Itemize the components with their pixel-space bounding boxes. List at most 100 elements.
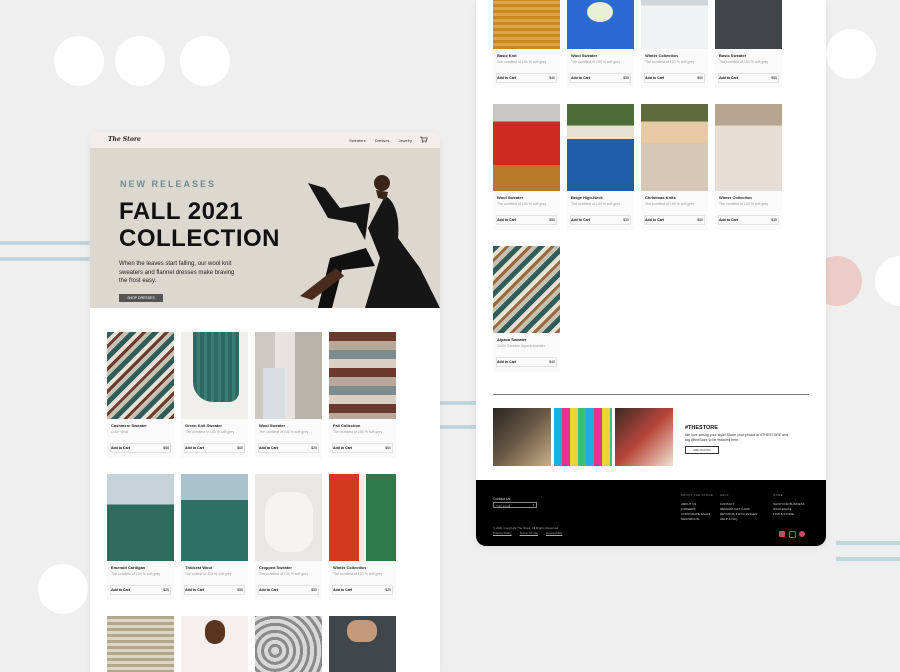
product-price: $55 xyxy=(771,76,777,80)
nav-link-sweaters[interactable]: Sweaters xyxy=(349,138,366,143)
gallery-photo xyxy=(493,408,551,466)
nav-link-jewelry[interactable]: Jewelry xyxy=(398,138,412,143)
decor-stripe xyxy=(0,257,90,261)
product-description: The comfiest of 100 % soft grey xyxy=(259,430,309,434)
product-card[interactable]: Cashmere Sweater Color Wool Add to Cart … xyxy=(107,332,174,458)
product-description: The comfiest of 100 % soft grey xyxy=(497,60,547,64)
add-to-cart-button[interactable]: Add to Cart xyxy=(497,218,516,222)
privacy-policy-link[interactable]: Privacy Policy xyxy=(493,531,512,535)
instagram-icon[interactable] xyxy=(789,531,796,538)
product-card[interactable]: Christmas Knits The comfiest of 100 % so… xyxy=(641,104,708,230)
product-description: The comfiest of 100 % soft grey xyxy=(497,202,547,206)
add-to-cart-button[interactable]: Add to Cart xyxy=(571,76,590,80)
nav-links: Sweaters Dresses Jewelry xyxy=(349,138,412,143)
product-name: Wool Sweater xyxy=(571,53,598,58)
add-to-cart-button[interactable]: Add to Cart xyxy=(185,588,204,592)
product-image xyxy=(181,474,248,561)
product-card[interactable]: Fall Collection The comfiest of 100 % so… xyxy=(329,332,396,458)
product-card[interactable]: Beige High-Neck The comfiest of 100 % so… xyxy=(567,104,634,230)
add-photo-button[interactable]: ADD PHOTO xyxy=(685,446,719,454)
email-input[interactable]: Your email ▾ xyxy=(493,502,537,508)
product-card[interactable]: Wool Sweater The comfiest of 100 % soft … xyxy=(567,0,634,88)
product-name: Winter Collection xyxy=(719,195,752,200)
add-to-cart-button[interactable]: Add to Cart xyxy=(111,446,130,450)
product-card[interactable]: Winter Collection The comfiest of 100 % … xyxy=(715,104,782,230)
footer-link[interactable]: ABOUT US xyxy=(681,502,696,506)
terms-link[interactable]: Terms Of Use xyxy=(520,531,538,535)
footer-link[interactable]: SHOP FOR BUSINESS xyxy=(773,502,805,506)
social-text-line1: We love seeing your style! Share your ph… xyxy=(685,433,788,437)
product-name: Winter Collection xyxy=(645,53,678,58)
product-description: The comfiest of 100 % soft grey xyxy=(111,572,161,576)
add-to-cart-button[interactable]: Add to Cart xyxy=(719,218,738,222)
shop-dresses-button[interactable]: SHOP DRESSES xyxy=(119,294,163,302)
product-name: Wool Sweater xyxy=(259,423,286,428)
facebook-icon[interactable] xyxy=(779,531,785,537)
product-image xyxy=(641,0,708,49)
footer-link[interactable]: CORPORATE SALES xyxy=(681,512,710,516)
add-to-cart-button[interactable]: Add to Cart xyxy=(571,218,590,222)
add-to-cart-button[interactable]: Add to Cart xyxy=(111,588,130,592)
footer-link[interactable]: REDEEM GIFT CARD xyxy=(720,507,750,511)
product-card[interactable]: Winter Collection The comfiest of 100 % … xyxy=(641,0,708,88)
product-card[interactable]: Alpaca Sweater 100% Genuine Alpaca sweat… xyxy=(493,246,560,372)
product-name: Cashmere Sweater xyxy=(111,423,147,428)
add-to-cart-button[interactable]: Add to Cart xyxy=(645,218,664,222)
product-name: Green Knit Sweater xyxy=(185,423,222,428)
product-name: Fall Collection xyxy=(333,423,361,428)
decor-circle xyxy=(826,29,876,79)
add-to-cart-button[interactable]: Add to Cart xyxy=(185,446,204,450)
cart-icon[interactable] xyxy=(420,136,428,143)
footer-link[interactable]: CAREERS xyxy=(681,507,696,511)
product-description: The comfiest of 100 % soft grey xyxy=(645,60,695,64)
product-card[interactable]: Emerald Cardigan The comfiest of 100 % s… xyxy=(107,474,174,600)
product-price: $25 xyxy=(311,446,317,450)
product-card[interactable]: Green Knit Sweater The comfiest of 100 %… xyxy=(181,332,248,458)
add-to-cart-button[interactable]: Add to Cart xyxy=(259,446,278,450)
store-logo[interactable]: The Store xyxy=(108,136,141,143)
hero-headline-line1: FALL 2021 xyxy=(119,198,244,225)
footer-link[interactable]: RETURNS & EXCHANGES xyxy=(720,512,757,516)
product-price: $55 xyxy=(237,588,243,592)
product-name: Beige High-Neck xyxy=(571,195,603,200)
product-description: Color Wool xyxy=(111,430,129,434)
product-card[interactable]: Basic Knit The comfiest of 100 % soft gr… xyxy=(493,0,560,88)
footer-link[interactable]: HELP & FAQ xyxy=(720,517,737,521)
add-to-cart-button[interactable]: Add to Cart xyxy=(333,588,352,592)
nav-link-dresses[interactable]: Dresses xyxy=(375,138,390,143)
product-image xyxy=(181,332,248,419)
product-description: The comfiest of 100 % soft grey xyxy=(185,430,235,434)
add-to-cart-button[interactable]: Add to Cart xyxy=(645,76,664,80)
product-card[interactable]: Wool Sweater The comfiest of 100 % soft … xyxy=(255,332,322,458)
decor-stripe xyxy=(0,241,90,245)
decor-stripe xyxy=(836,557,900,561)
decor-circle xyxy=(180,36,230,86)
accessibility-link[interactable]: Accessibility xyxy=(546,531,562,535)
product-price: $56 xyxy=(163,446,169,450)
add-to-cart-button[interactable]: Add to Cart xyxy=(259,588,278,592)
product-image xyxy=(641,104,708,191)
product-card[interactable]: Thickest Wool The softest of 100 % soft … xyxy=(181,474,248,600)
product-image xyxy=(255,332,322,419)
product-description: The comfiest of 100 % soft grey xyxy=(259,572,309,576)
product-card[interactable]: Winter Collection The comfiest of 100 % … xyxy=(329,474,396,600)
hero-headline: FALL 2021 COLLECTION xyxy=(119,198,309,252)
hero-headline-line2: COLLECTION xyxy=(119,225,280,252)
product-card[interactable]: Basic Sweater The comfiest of 100 % soft… xyxy=(715,0,782,88)
legal-links: Privacy Policy Terms Of Use Accessibilit… xyxy=(493,531,562,535)
footer-link[interactable]: WHOLESALE xyxy=(773,507,792,511)
product-card[interactable]: Cropped Sweater The comfiest of 100 % so… xyxy=(255,474,322,600)
add-to-cart-button[interactable]: Add to Cart xyxy=(333,446,352,450)
product-image xyxy=(329,332,396,419)
footer-link[interactable]: CONTACT xyxy=(720,502,734,506)
pinterest-icon[interactable] xyxy=(799,531,805,537)
add-to-cart-button[interactable]: Add to Cart xyxy=(719,76,738,80)
product-card[interactable]: Wool Sweater The comfiest of 100 % soft … xyxy=(493,104,560,230)
add-to-cart-button[interactable]: Add to Cart xyxy=(497,360,516,364)
add-to-cart-button[interactable]: Add to Cart xyxy=(497,76,516,80)
hero-description: When the leaves start falling, our wool … xyxy=(119,261,235,284)
product-image xyxy=(715,104,782,191)
footer-link[interactable]: FIND A STORE xyxy=(773,512,794,516)
footer-link[interactable]: NEWSROOM xyxy=(681,517,699,521)
social-text-line2: tag @theStore to be featured here. xyxy=(685,438,740,442)
